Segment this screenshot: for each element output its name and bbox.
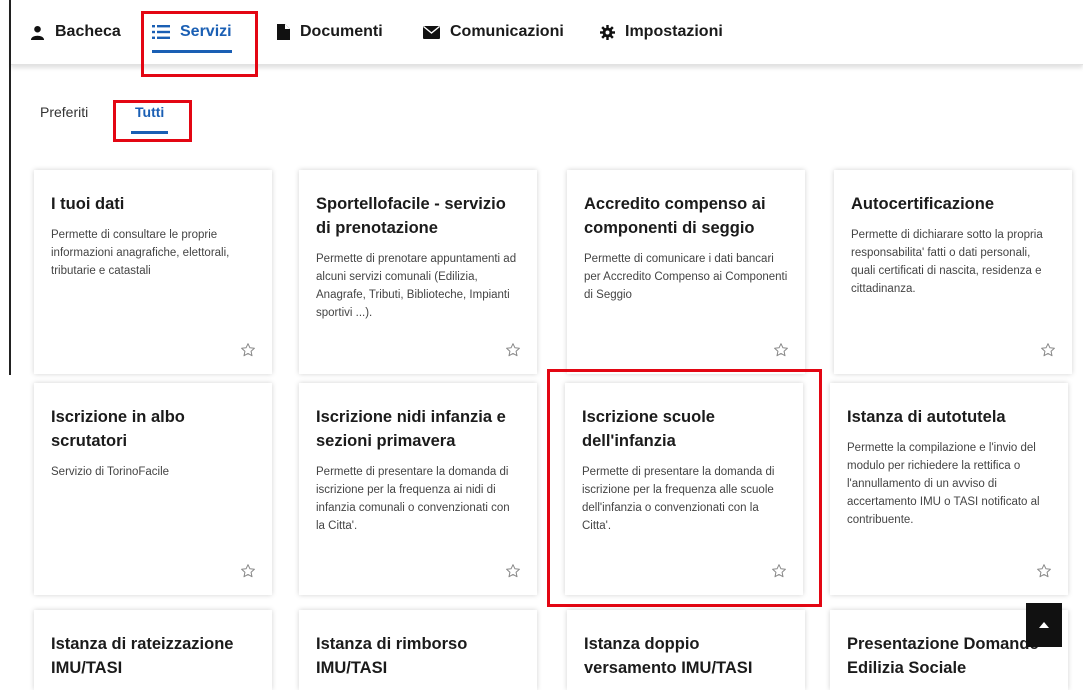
nav-documenti-label: Documenti: [300, 23, 383, 40]
nav-servizi-label: Servizi: [180, 23, 232, 40]
card-title: I tuoi dati: [51, 195, 125, 213]
nav-documenti[interactable]: Documenti: [277, 0, 383, 64]
star-icon[interactable]: [240, 563, 256, 579]
card-title: Iscrizione in albo scrutatori: [51, 408, 185, 450]
service-card[interactable]: Autocertificazione Permette di dichiarar…: [834, 170, 1072, 374]
list-icon: [152, 25, 170, 39]
service-card[interactable]: Iscrizione nidi infanzia e sezioni prima…: [299, 383, 537, 595]
file-icon: [277, 24, 290, 40]
nav-comunicazioni-label: Comunicazioni: [450, 23, 564, 40]
nav-comunicazioni[interactable]: Comunicazioni: [423, 0, 564, 64]
service-card[interactable]: Sportellofacile - servizio di prenotazio…: [299, 170, 537, 374]
card-title: Istanza di rateizzazione IMU/TASI: [51, 635, 234, 677]
star-icon[interactable]: [771, 563, 787, 579]
card-description: Permette la compilazione e l'invio del m…: [847, 442, 1040, 526]
card-title: Istanza doppio versamento IMU/TASI: [584, 635, 753, 677]
scroll-to-top-button[interactable]: [1026, 603, 1062, 647]
star-icon[interactable]: [773, 342, 789, 358]
card-description: Servizio di TorinoFacile: [51, 466, 170, 478]
service-card[interactable]: Istanza di rateizzazione IMU/TASI: [34, 610, 272, 690]
star-icon[interactable]: [1040, 342, 1056, 358]
star-icon[interactable]: [240, 342, 256, 358]
caret-up-icon: [1039, 622, 1049, 628]
service-card[interactable]: Istanza di rimborso IMU/TASI: [299, 610, 537, 690]
nav-servizi[interactable]: Servizi: [152, 0, 232, 64]
main-navigation: Bacheca Servizi Documenti Comunicazioni …: [11, 0, 1083, 65]
service-card[interactable]: Accredito compenso ai componenti di segg…: [567, 170, 805, 374]
card-description: Permette di presentare la domanda di isc…: [582, 466, 775, 532]
card-description: Permette di comunicare i dati bancari pe…: [584, 253, 788, 301]
nav-bacheca-label: Bacheca: [55, 23, 121, 40]
card-title: Iscrizione nidi infanzia e sezioni prima…: [316, 408, 506, 450]
service-card[interactable]: I tuoi dati Permette di consultare le pr…: [34, 170, 272, 374]
card-description: Permette di prenotare appuntamenti ad al…: [316, 253, 517, 319]
card-title: Sportellofacile - servizio di prenotazio…: [316, 195, 506, 237]
envelope-icon: [423, 25, 440, 39]
subtab-preferiti[interactable]: Preferiti: [40, 104, 88, 134]
service-card[interactable]: Iscrizione in albo scrutatori Servizio d…: [34, 383, 272, 595]
card-description: Permette di dichiarare sotto la propria …: [851, 229, 1043, 295]
nav-bacheca[interactable]: Bacheca: [30, 0, 121, 64]
card-title: Autocertificazione: [851, 195, 995, 213]
card-title: Istanza di rimborso IMU/TASI: [316, 635, 468, 677]
service-card[interactable]: Istanza doppio versamento IMU/TASI: [567, 610, 805, 690]
card-title: Istanza di autotutela: [847, 408, 1006, 426]
star-icon[interactable]: [1036, 563, 1052, 579]
card-title: Iscrizione scuole dell'infanzia: [582, 408, 715, 450]
gear-icon: [600, 24, 615, 40]
user-icon: [30, 25, 45, 40]
star-icon[interactable]: [505, 342, 521, 358]
card-title: Presentazione Domande Edilizia Sociale: [847, 635, 1039, 677]
nav-impostazioni-label: Impostazioni: [625, 23, 723, 40]
nav-impostazioni[interactable]: Impostazioni: [600, 0, 723, 64]
service-card[interactable]: Istanza di autotutela Permette la compil…: [830, 383, 1068, 595]
card-title: Accredito compenso ai componenti di segg…: [584, 195, 766, 237]
subtab-tutti[interactable]: Tutti: [130, 104, 169, 134]
card-description: Permette di presentare la domanda di isc…: [316, 466, 510, 532]
card-description: Permette di consultare le proprie inform…: [51, 229, 230, 277]
star-icon[interactable]: [505, 563, 521, 579]
service-card[interactable]: Iscrizione scuole dell'infanzia Permette…: [565, 383, 803, 595]
